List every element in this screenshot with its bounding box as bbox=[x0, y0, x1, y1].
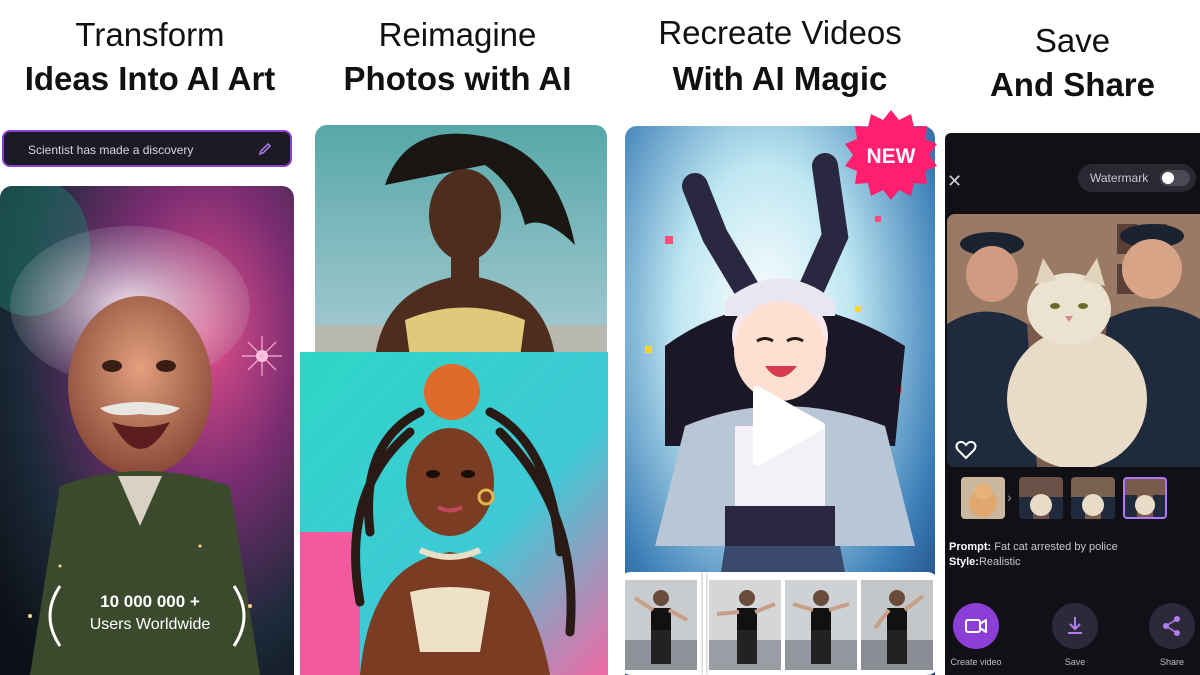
watermark-label: Watermark bbox=[1090, 171, 1149, 185]
toggle-knob bbox=[1162, 172, 1174, 184]
video-frames-strip[interactable] bbox=[619, 572, 939, 675]
panel-heading-line1: Recreate Videos bbox=[658, 14, 902, 51]
share-icon bbox=[1163, 616, 1180, 636]
users-label: Users Worldwide bbox=[89, 616, 211, 633]
panel-heading-line2: Ideas Into AI Art bbox=[24, 60, 276, 97]
heart-icon[interactable] bbox=[955, 440, 977, 460]
pencil-icon[interactable] bbox=[258, 142, 272, 156]
generation-details: Prompt: Fat cat arrested by police Style… bbox=[949, 540, 1118, 570]
app-screen: ✕ Watermark › Prompt: Fat cat arrested b… bbox=[945, 133, 1200, 675]
play-icon[interactable] bbox=[743, 384, 827, 468]
share-button[interactable]: Share bbox=[1137, 603, 1200, 667]
video-frame[interactable] bbox=[785, 580, 857, 670]
video-frame[interactable] bbox=[625, 580, 697, 670]
promo-panel-save-share: Save And Share ✕ Watermark › Prompt: Fat… bbox=[945, 0, 1200, 675]
original-photo bbox=[315, 125, 607, 357]
save-label: Save bbox=[1064, 657, 1086, 667]
playhead-marker[interactable] bbox=[703, 572, 706, 675]
variant-thumbnail[interactable] bbox=[1019, 477, 1063, 519]
share-label: Share bbox=[1159, 657, 1185, 667]
watermark-toggle[interactable]: Watermark bbox=[1078, 164, 1196, 192]
video-camera-icon bbox=[965, 619, 987, 633]
prompt-value: Fat cat arrested by police bbox=[994, 541, 1118, 553]
style-label: Style: bbox=[949, 556, 979, 568]
users-count: 10 000 000 + bbox=[100, 592, 200, 611]
prompt-label: Prompt: bbox=[949, 541, 992, 553]
action-bar: Create video Save Share bbox=[945, 603, 1200, 673]
source-thumbnail[interactable] bbox=[961, 477, 1005, 519]
users-stat: 10 000 000 + Users Worldwide bbox=[0, 592, 300, 634]
prompt-input-text: Scientist has made a discovery bbox=[28, 143, 194, 157]
video-frame[interactable] bbox=[861, 580, 933, 670]
promo-panel-video: Recreate Videos With AI Magic NEW bbox=[615, 0, 945, 675]
variant-thumbnail[interactable] bbox=[1071, 477, 1115, 519]
save-button[interactable]: Save bbox=[1040, 603, 1110, 667]
panel-heading-line2: And Share bbox=[989, 66, 1156, 103]
panel-heading-line1: Reimagine bbox=[378, 16, 537, 53]
download-icon bbox=[1068, 617, 1082, 634]
create-video-button[interactable]: Create video bbox=[945, 603, 1011, 667]
panel-heading-line2: With AI Magic bbox=[672, 60, 888, 97]
new-badge: NEW bbox=[845, 110, 937, 200]
close-icon[interactable]: ✕ bbox=[947, 171, 962, 192]
style-value: Realistic bbox=[978, 556, 1021, 568]
variant-thumbnail-selected[interactable] bbox=[1123, 477, 1167, 519]
new-badge-label: NEW bbox=[867, 145, 916, 168]
video-frame[interactable] bbox=[709, 580, 781, 670]
panel-heading-line1: Transform bbox=[75, 16, 225, 53]
reimagined-art bbox=[300, 352, 608, 675]
toggle-switch[interactable] bbox=[1160, 170, 1190, 186]
panel-heading-line2: Photos with AI bbox=[343, 60, 572, 97]
create-video-label: Create video bbox=[950, 657, 1002, 667]
prompt-input[interactable]: Scientist has made a discovery bbox=[2, 130, 292, 167]
panel-heading-line1: Save bbox=[1034, 22, 1111, 59]
promo-panel-ai-art: Transform Ideas Into AI Art Scientist ha… bbox=[0, 0, 300, 675]
chevron-right-icon: › bbox=[1007, 489, 1012, 505]
promo-panel-reimagine: Reimagine Photos with AI bbox=[300, 0, 615, 675]
generated-image bbox=[947, 214, 1200, 467]
